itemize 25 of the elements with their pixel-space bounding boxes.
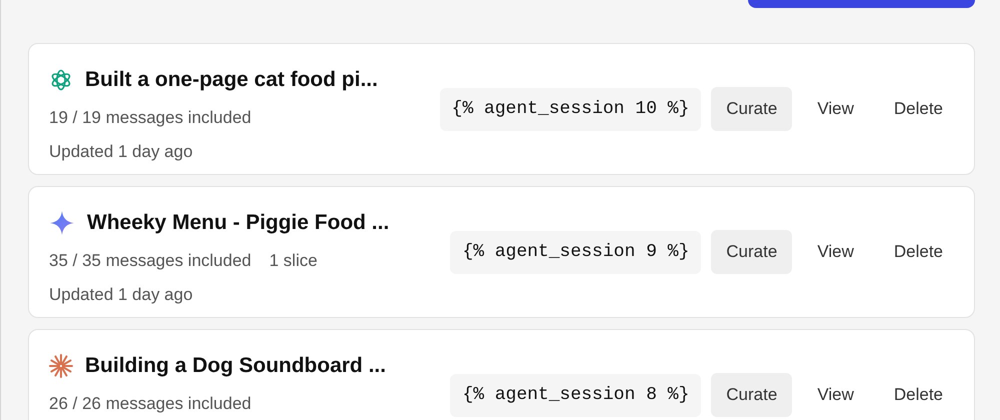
updated-time: Updated 1 day ago	[49, 284, 194, 306]
embed-code: {% agent_session 8 %}	[450, 374, 702, 416]
starburst-icon	[49, 354, 73, 378]
delete-button[interactable]: Delete	[878, 87, 958, 131]
session-title: Built a one-page cat food pi...	[85, 67, 378, 93]
session-title: Wheeky Menu - Piggie Food ...	[87, 210, 390, 236]
message-count: 19 / 19 messages included	[49, 106, 252, 128]
view-button[interactable]: View	[802, 230, 869, 274]
slice-count: 1 slice	[269, 250, 318, 272]
embed-code: {% agent_session 9 %}	[450, 230, 702, 274]
curate-button[interactable]: Curate	[711, 230, 792, 274]
sparkle-icon	[49, 210, 75, 236]
view-button[interactable]: View	[802, 373, 869, 417]
embed-code: {% agent_session 10 %}	[440, 88, 702, 130]
curate-button[interactable]: Curate	[711, 87, 792, 131]
action-button[interactable]	[748, 0, 975, 8]
view-button[interactable]: View	[802, 87, 869, 131]
session-title: Building a Dog Soundboard ...	[85, 353, 386, 379]
message-count: 35 / 35 messages included	[49, 250, 252, 272]
message-count: 26 / 26 messages included	[49, 392, 252, 414]
knot-icon	[49, 68, 73, 92]
delete-button[interactable]: Delete	[878, 373, 958, 417]
curate-button[interactable]: Curate	[711, 373, 792, 417]
updated-time: Updated 1 day ago	[49, 141, 194, 163]
delete-button[interactable]: Delete	[878, 230, 958, 274]
